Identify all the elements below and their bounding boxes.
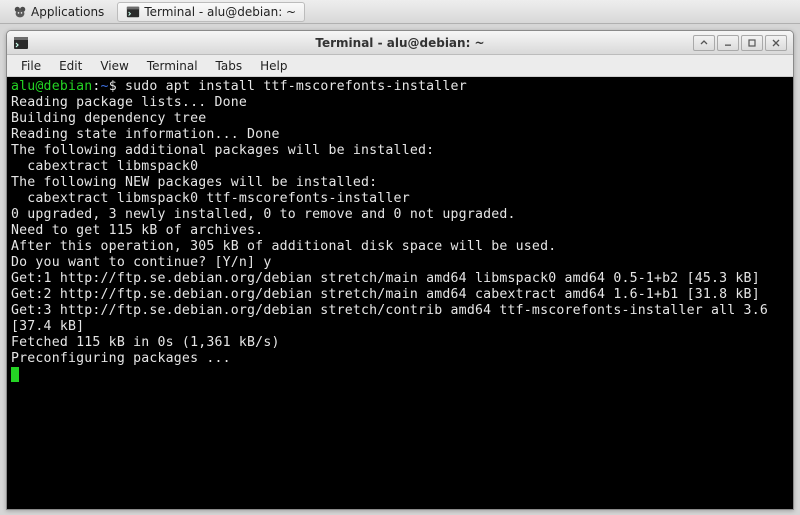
terminal-window: Terminal - alu@debian: ~ File Edit View … bbox=[6, 30, 794, 510]
menu-tabs[interactable]: Tabs bbox=[208, 57, 251, 75]
prompt-sep: : bbox=[92, 79, 100, 94]
maximize-button[interactable] bbox=[741, 35, 763, 51]
terminal-line: After this operation, 305 kB of addition… bbox=[11, 239, 789, 255]
menu-help[interactable]: Help bbox=[252, 57, 295, 75]
terminal-line: Need to get 115 kB of archives. bbox=[11, 223, 789, 239]
terminal-line: The following additional packages will b… bbox=[11, 143, 789, 159]
menubar: File Edit View Terminal Tabs Help bbox=[7, 55, 793, 77]
command-text: sudo apt install ttf-mscorefonts-install… bbox=[125, 79, 467, 94]
titlebar[interactable]: Terminal - alu@debian: ~ bbox=[7, 31, 793, 55]
terminal-line: cabextract libmspack0 bbox=[11, 159, 789, 175]
terminal-icon bbox=[126, 5, 140, 19]
terminal-icon bbox=[13, 35, 29, 51]
applications-menu-label: Applications bbox=[31, 5, 104, 19]
terminal-line: Do you want to continue? [Y/n] y bbox=[11, 255, 789, 271]
close-button[interactable] bbox=[765, 35, 787, 51]
window-controls bbox=[691, 35, 787, 51]
terminal-line: Get:3 http://ftp.se.debian.org/debian st… bbox=[11, 303, 789, 335]
menu-file[interactable]: File bbox=[13, 57, 49, 75]
menu-terminal[interactable]: Terminal bbox=[139, 57, 206, 75]
taskbar-task-terminal[interactable]: Terminal - alu@debian: ~ bbox=[117, 2, 305, 22]
terminal-line: Preconfiguring packages ... bbox=[11, 351, 789, 367]
applications-menu-button[interactable]: Applications bbox=[4, 2, 113, 22]
shade-button[interactable] bbox=[693, 35, 715, 51]
terminal-line: The following NEW packages will be insta… bbox=[11, 175, 789, 191]
terminal-line: Reading state information... Done bbox=[11, 127, 789, 143]
menu-view[interactable]: View bbox=[92, 57, 136, 75]
minimize-button[interactable] bbox=[717, 35, 739, 51]
menu-edit[interactable]: Edit bbox=[51, 57, 90, 75]
terminal-line: Building dependency tree bbox=[11, 111, 789, 127]
prompt-userhost: alu@debian bbox=[11, 79, 92, 94]
cursor-block bbox=[11, 367, 19, 382]
prompt-dollar: $ bbox=[109, 79, 125, 94]
xfce-mouse-icon bbox=[13, 5, 27, 19]
terminal-line: Get:1 http://ftp.se.debian.org/debian st… bbox=[11, 271, 789, 287]
terminal-line: Get:2 http://ftp.se.debian.org/debian st… bbox=[11, 287, 789, 303]
terminal-line: cabextract libmspack0 ttf-mscorefonts-in… bbox=[11, 191, 789, 207]
taskbar: Applications Terminal - alu@debian: ~ bbox=[0, 0, 800, 24]
terminal-line: Fetched 115 kB in 0s (1,361 kB/s) bbox=[11, 335, 789, 351]
taskbar-task-label: Terminal - alu@debian: ~ bbox=[144, 5, 296, 19]
prompt-path: ~ bbox=[101, 79, 109, 94]
terminal-line: Reading package lists... Done bbox=[11, 95, 789, 111]
window-title: Terminal - alu@debian: ~ bbox=[7, 36, 793, 50]
terminal-line: 0 upgraded, 3 newly installed, 0 to remo… bbox=[11, 207, 789, 223]
terminal-output[interactable]: alu@debian:~$ sudo apt install ttf-mscor… bbox=[7, 77, 793, 509]
